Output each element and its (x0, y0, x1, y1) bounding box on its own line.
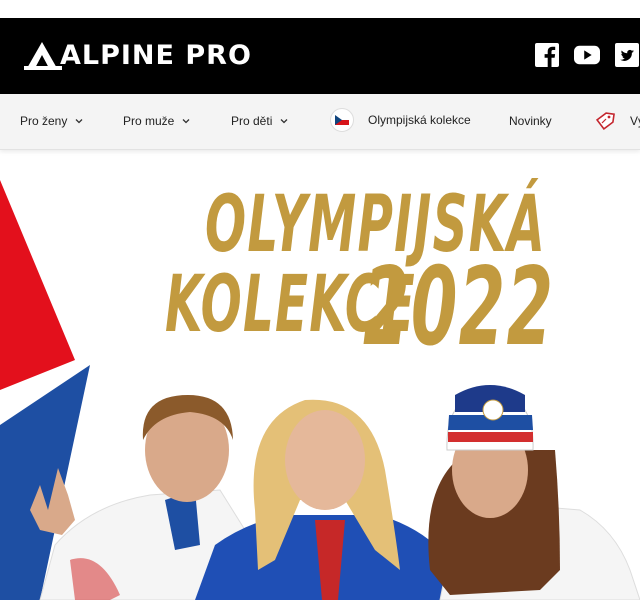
chevron-down-icon (280, 119, 288, 124)
brand-name: ALPINE PRO (60, 40, 252, 71)
hero-banner[interactable]: OLYMPIJSKÁ KOLEKCE 2022 (0, 150, 640, 600)
nav-item-label: Vý (630, 114, 640, 128)
social-links (534, 42, 640, 68)
nav-item-label: Pro ženy (20, 114, 68, 128)
price-tag-icon (595, 112, 615, 131)
site-header: ALPINE PRO (0, 18, 640, 94)
youtube-icon[interactable] (574, 42, 600, 68)
nav-item-olympic-collection[interactable]: Olympijská kolekce (330, 108, 471, 132)
flag-red-stripe (0, 180, 75, 390)
twitter-icon[interactable] (614, 42, 640, 68)
main-navigation: Pro ženy Pro muže Pro děti Olympijská ko… (0, 94, 640, 150)
facebook-icon[interactable] (534, 42, 560, 68)
chevron-down-icon (182, 119, 190, 124)
chevron-down-icon (75, 119, 83, 124)
nav-item-new[interactable]: Novinky (509, 114, 552, 128)
brand-logo[interactable]: ALPINE PRO (24, 40, 252, 71)
czech-flag-icon (330, 108, 354, 132)
nav-item-label: Novinky (509, 114, 552, 128)
nav-item-men[interactable]: Pro muže (123, 114, 190, 128)
top-spacer (0, 0, 640, 18)
nav-item-women[interactable]: Pro ženy (20, 114, 83, 128)
athlete-right-figure (428, 385, 640, 600)
nav-item-label: Pro muže (123, 114, 175, 128)
nav-item-label: Pro děti (231, 114, 273, 128)
logo-mark-icon (24, 41, 62, 70)
athlete-middle-figure (195, 399, 445, 600)
hero-title-year: 2022 (363, 245, 555, 370)
nav-item-sale[interactable]: Vý (594, 110, 640, 132)
nav-item-label: Olympijská kolekce (368, 113, 471, 127)
nav-item-kids[interactable]: Pro děti (231, 114, 288, 128)
